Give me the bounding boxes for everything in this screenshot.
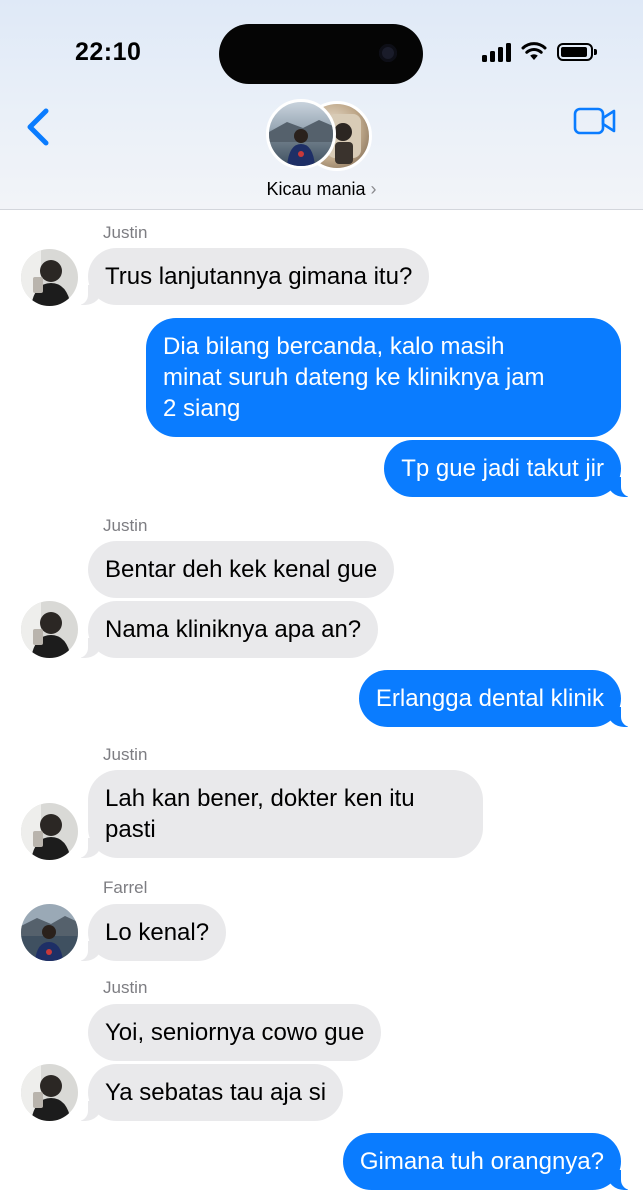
chevron-right-icon: › — [370, 179, 377, 199]
sender-name: Justin — [103, 516, 148, 535]
message-bubble-received[interactable]: Nama kliniknya apa an? — [77, 601, 379, 658]
avatar[interactable] — [21, 249, 78, 306]
message-text: Dia bilang bercanda, kalo masih — [163, 333, 505, 360]
sender-name: Justin — [103, 745, 148, 764]
message-text: pasti — [105, 816, 156, 843]
conversation-header: 22:10 Kicau mania › — [0, 0, 643, 210]
message-bubble-received[interactable]: Lah kan bener, dokter ken itu pasti — [78, 770, 483, 858]
message-bubble-received[interactable]: Lo kenal? — [77, 904, 227, 961]
message-bubble-sent[interactable]: Erlangga dental klinik — [358, 670, 632, 727]
message-text: Yoi, seniornya cowo gue — [105, 1019, 365, 1046]
message-text: 2 siang — [163, 395, 241, 422]
group-avatars[interactable] — [266, 99, 376, 173]
avatar[interactable] — [21, 1064, 78, 1121]
wifi-icon — [521, 42, 547, 60]
message-text: Nama kliniknya apa an? — [105, 616, 362, 643]
dynamic-island — [219, 24, 423, 84]
message-bubble-sent[interactable]: Tp gue jadi takut jir — [384, 440, 631, 497]
avatar[interactable] — [21, 904, 78, 961]
sender-name: Justin — [103, 223, 148, 242]
message-text: Tp gue jadi takut jir — [401, 455, 604, 482]
message-text: Lah kan bener, dokter ken itu — [105, 785, 415, 812]
message-bubble-received[interactable]: Ya sebatas tau aja si — [77, 1064, 344, 1121]
message-bubble-received[interactable]: Trus lanjutannya gimana itu? — [77, 248, 430, 305]
message-text: Ya sebatas tau aja si — [105, 1079, 327, 1106]
message-text: Erlangga dental klinik — [375, 685, 604, 712]
message-text: Bentar deh kek kenal gue — [105, 556, 378, 583]
message-bubble-received[interactable]: Bentar deh kek kenal gue — [88, 541, 395, 598]
message-text: Trus lanjutannya gimana itu? — [105, 263, 413, 290]
front-camera — [379, 44, 397, 62]
message-text: minat suruh dateng ke kliniknya jam — [163, 364, 545, 391]
status-icons — [482, 42, 597, 62]
message-text: Lo kenal? — [105, 919, 210, 946]
message-text: Gimana tuh orangnya? — [359, 1148, 604, 1175]
group-name-button[interactable]: Kicau mania › — [0, 179, 643, 200]
cellular-signal-icon — [482, 42, 511, 62]
sender-name: Farrel — [103, 878, 148, 897]
message-bubble-received[interactable]: Yoi, seniornya cowo gue — [88, 1004, 382, 1061]
video-camera-icon[interactable] — [573, 104, 617, 138]
message-bubble-sent[interactable]: Gimana tuh orangnya? — [342, 1133, 632, 1190]
avatar[interactable] — [21, 803, 78, 860]
message-bubble-sent[interactable]: Dia bilang bercanda, kalo masih minat su… — [146, 318, 621, 437]
chevron-left-icon[interactable] — [20, 103, 60, 151]
sender-name: Justin — [103, 978, 148, 997]
status-time: 22:10 — [75, 38, 142, 66]
avatar[interactable] — [21, 601, 78, 658]
group-name: Kicau mania — [266, 179, 366, 199]
battery-icon — [557, 43, 597, 61]
group-member-avatar — [266, 99, 336, 169]
